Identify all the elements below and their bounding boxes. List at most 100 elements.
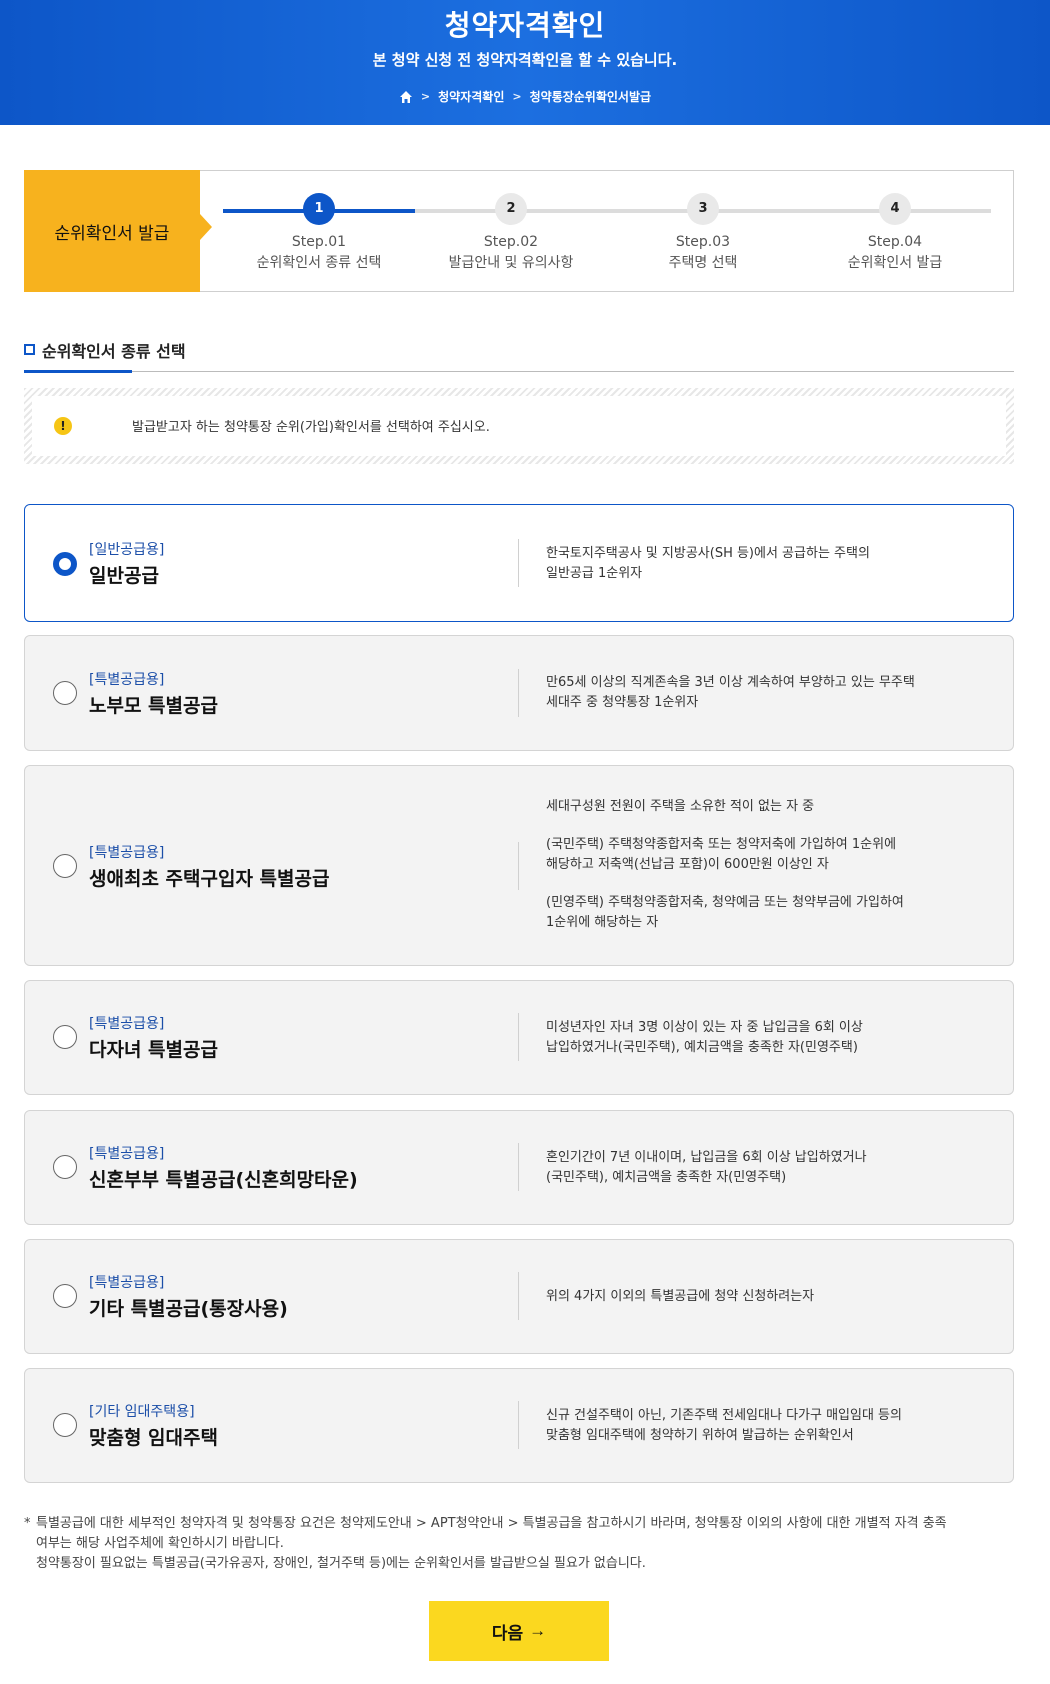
description-line: 혼인기간이 7년 이내이며, 납입금을 6회 이상 납입하였거나 [546,1150,867,1165]
option-description: 한국토지주택공사 및 지방공사(SH 등)에서 공급하는 주택의 일반공급 1순… [546,544,870,584]
radio-button[interactable] [53,854,77,878]
option-category: [기타 임대주택용] [89,1404,195,1420]
option-description: 미성년자인 자녀 3명 이상이 있는 자 중 납입금을 6회 이상 납입하였거나… [546,1018,863,1058]
home-icon[interactable] [399,90,413,104]
description-line: 맞춤형 임대주택에 청약하기 위하여 발급하는 순위확인서 [546,1428,854,1443]
notice-box: ! 발급받고자 하는 청약통장 순위(가입)확인서를 선택하여 주십시오. [24,388,1014,464]
description-line: 세대주 중 청약통장 1순위자 [546,695,699,710]
step-1: 1 Step.01 순위확인서 종류 선택 [219,193,419,272]
description-line: 납입하였거나(국민주택), 예치금액을 충족한 자(민영주택) [546,1040,858,1055]
radio-button[interactable] [53,1155,77,1179]
step-description: 순위확인서 발급 [847,255,943,271]
description-line: 1순위에 해당하는 자 [546,915,659,930]
step-description: 발급안내 및 유의사항 [448,255,574,271]
option-multi-child-special[interactable]: [특별공급용] 다자녀 특별공급 미성년자인 자녀 3명 이상이 있는 자 중 … [24,980,1014,1095]
step-label: Step.04 [867,234,923,250]
option-category: [특별공급용] [89,1275,165,1291]
option-category: [특별공급용] [89,1146,165,1162]
footnote: * 특별공급에 대한 세부적인 청약자격 및 청약통장 요건은 청약제도안내 >… [24,1514,1014,1574]
description-line: 신규 건설주택이 아닌, 기존주택 전세임대나 다가구 매입임대 등의 [546,1408,902,1423]
description-line: 세대구성원 전원이 주택을 소유한 적이 없는 자 중 [546,799,815,814]
option-custom-rental-housing[interactable]: [기타 임대주택용] 맞춤형 임대주택 신규 건설주택이 아닌, 기존주택 전세… [24,1368,1014,1483]
next-button[interactable]: 다음 → [429,1601,609,1661]
footnote-line: 여부는 해당 사업주체에 확인하시기 바랍니다. [36,1536,284,1551]
chevron-right-icon: > [420,90,431,103]
step-indicator-label: 순위확인서 발급 [24,170,212,292]
breadcrumb: > 청약자격확인 > 청약통장순위확인서발급 [0,88,1050,105]
step-3: 3 Step.03 주택명 선택 [603,193,803,272]
divider [518,1272,519,1320]
description-line: (국민주택) 주택청약종합저축 또는 청약저축에 가입하여 1순위에 [546,837,897,852]
radio-button[interactable] [53,1413,77,1437]
option-name: 기타 특별공급(통장사용) [89,1298,288,1320]
arrow-right-icon: → [529,1621,547,1640]
radio-button[interactable] [53,1025,77,1049]
option-description: 위의 4가지 이외의 특별공급에 청약 신청하려는자 [546,1287,814,1307]
option-category: [특별공급용] [89,672,165,688]
option-category: [일반공급용] [89,542,165,558]
step-description: 순위확인서 종류 선택 [256,255,382,271]
square-bullet-icon [24,344,35,355]
divider [518,1013,519,1061]
divider [518,1401,519,1449]
footnote-line: 특별공급에 대한 세부적인 청약자격 및 청약통장 요건은 청약제도안내 > A… [36,1516,947,1531]
warning-icon: ! [54,417,72,435]
description-line: 한국토지주택공사 및 지방공사(SH 등)에서 공급하는 주택의 [546,546,870,561]
option-name: 일반공급 [89,565,159,587]
description-line: (국민주택), 예치금액을 충족한 자(민영주택) [546,1170,787,1185]
description-line: (민영주택) 주택청약종합저축, 청약예금 또는 청약부금에 가입하여 [546,895,904,910]
divider [518,539,519,587]
divider [518,669,519,717]
page-subtitle: 본 청약 신청 전 청약자격확인을 할 수 있습니다. [372,51,678,69]
footnote-star: * [24,1516,31,1531]
option-description: 만65세 이상의 직계존속을 3년 이상 계속하여 부양하고 있는 무주택 세대… [546,673,915,713]
step-label: Step.01 [291,234,347,250]
option-name: 다자녀 특별공급 [89,1039,218,1061]
notice-text: 발급받고자 하는 청약통장 순위(가입)확인서를 선택하여 주십시오. [132,420,490,435]
option-elderly-parent-special[interactable]: [특별공급용] 노부모 특별공급 만65세 이상의 직계존속을 3년 이상 계속… [24,635,1014,751]
step-4: 4 Step.04 순위확인서 발급 [795,193,995,272]
divider [518,1143,519,1191]
step-description: 주택명 선택 [668,255,738,271]
description-line: 해당하고 저축액(선납금 포함)이 600만원 이상인 자 [546,857,829,872]
option-name: 노부모 특별공급 [89,695,218,717]
option-newlywed-special[interactable]: [특별공급용] 신혼부부 특별공급(신혼희망타운) 혼인기간이 7년 이내이며,… [24,1110,1014,1225]
option-category: [특별공급용] [89,845,165,861]
next-button-label: 다음 [491,1623,524,1643]
section-header: 순위확인서 종류 선택 [24,338,1014,373]
description-line: 일반공급 1순위자 [546,566,643,581]
option-name: 신혼부부 특별공급(신혼희망타운) [89,1169,358,1191]
step-number: 2 [495,193,527,225]
divider [518,842,519,890]
breadcrumb-item[interactable]: 청약자격확인 [438,88,504,105]
option-description: 신규 건설주택이 아닌, 기존주택 전세임대나 다가구 매입임대 등의 맞춤형 … [546,1406,902,1446]
description-line: 위의 4가지 이외의 특별공급에 청약 신청하려는자 [546,1289,815,1304]
radio-button[interactable] [53,681,77,705]
option-description: 세대구성원 전원이 주택을 소유한 적이 없는 자 중 (국민주택) 주택청약종… [546,797,904,933]
option-name: 생애최초 주택구입자 특별공급 [89,868,330,890]
step-number: 4 [879,193,911,225]
step-number: 1 [303,193,335,225]
option-name: 맞춤형 임대주택 [89,1427,218,1449]
radio-button[interactable] [53,552,77,576]
step-2: 2 Step.02 발급안내 및 유의사항 [411,193,611,272]
section-underline [24,370,132,373]
option-category: [특별공급용] [89,1016,165,1032]
section-title: 순위확인서 종류 선택 [42,342,186,361]
footnote-line: 청약통장이 필요없는 특별공급(국가유공자, 장애인, 철거주택 등)에는 순위… [36,1556,646,1571]
page-header: 청약자격확인 본 청약 신청 전 청약자격확인을 할 수 있습니다. > 청약자… [0,0,1050,125]
chevron-right-icon: > [512,90,522,103]
option-first-home-buyer-special[interactable]: [특별공급용] 생애최초 주택구입자 특별공급 세대구성원 전원이 주택을 소유… [24,765,1014,966]
radio-button[interactable] [53,1284,77,1308]
page-title: 청약자격확인 [444,9,606,42]
step-label: Step.03 [675,234,731,250]
description-line: 미성년자인 자녀 3명 이상이 있는 자 중 납입금을 6회 이상 [546,1020,863,1035]
option-other-special[interactable]: [특별공급용] 기타 특별공급(통장사용) 위의 4가지 이외의 특별공급에 청… [24,1239,1014,1354]
step-label: Step.02 [483,234,539,250]
option-description: 혼인기간이 7년 이내이며, 납입금을 6회 이상 납입하였거나 (국민주택),… [546,1148,867,1188]
step-number: 3 [687,193,719,225]
step-indicator: 순위확인서 발급 1 Step.01 순위확인서 종류 선택 2 Step.02… [24,170,1014,292]
option-general-supply[interactable]: [일반공급용] 일반공급 한국토지주택공사 및 지방공사(SH 등)에서 공급하… [24,504,1014,622]
description-line: 만65세 이상의 직계존속을 3년 이상 계속하여 부양하고 있는 무주택 [546,675,915,690]
breadcrumb-item-current[interactable]: 청약통장순위확인서발급 [530,88,651,105]
